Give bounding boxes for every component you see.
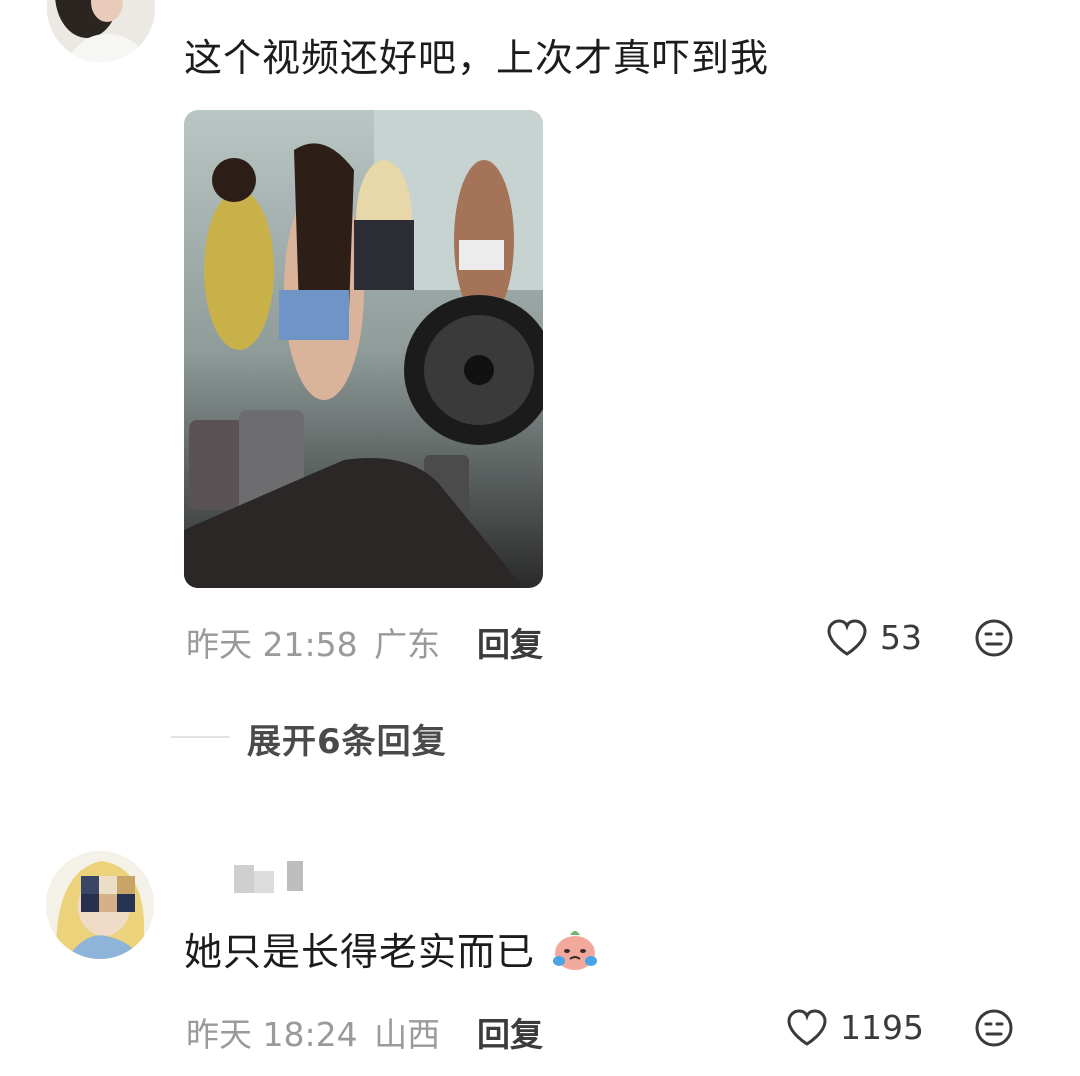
comment-location: 广东 [374, 625, 441, 664]
comment-location: 山西 [374, 1015, 441, 1054]
user-avatar[interactable] [46, 851, 154, 959]
comment-time: 昨天 21:58 [186, 625, 358, 664]
comment-meta: 昨天 18:24 山西 [186, 1008, 440, 1056]
heart-icon[interactable] [826, 618, 868, 658]
crying-sticker-icon [550, 925, 600, 984]
comment-text: 这个视频还好吧，上次才真吓到我 [184, 36, 770, 80]
heart-icon[interactable] [786, 1008, 828, 1048]
blurred-username [229, 861, 309, 897]
expand-replies-button[interactable]: 展开6条回复 [247, 714, 447, 763]
expand-divider [171, 736, 230, 738]
like-count: 1195 [840, 1008, 924, 1047]
comment-text-body: 她只是长得老实而已 [184, 930, 536, 974]
video-thumbnail[interactable] [184, 110, 543, 588]
comment-meta: 昨天 21:58 广东 [186, 618, 440, 666]
comment-text: 她只是长得老实而已 [184, 925, 600, 984]
reply-button[interactable]: 回复 [477, 618, 543, 666]
dislike-face-icon[interactable] [974, 1008, 1014, 1048]
user-avatar[interactable] [47, 0, 155, 62]
reply-button[interactable]: 回复 [477, 1008, 543, 1056]
dislike-face-icon[interactable] [974, 618, 1014, 658]
like-count: 53 [880, 618, 922, 657]
comment-time: 昨天 18:24 [186, 1015, 358, 1054]
